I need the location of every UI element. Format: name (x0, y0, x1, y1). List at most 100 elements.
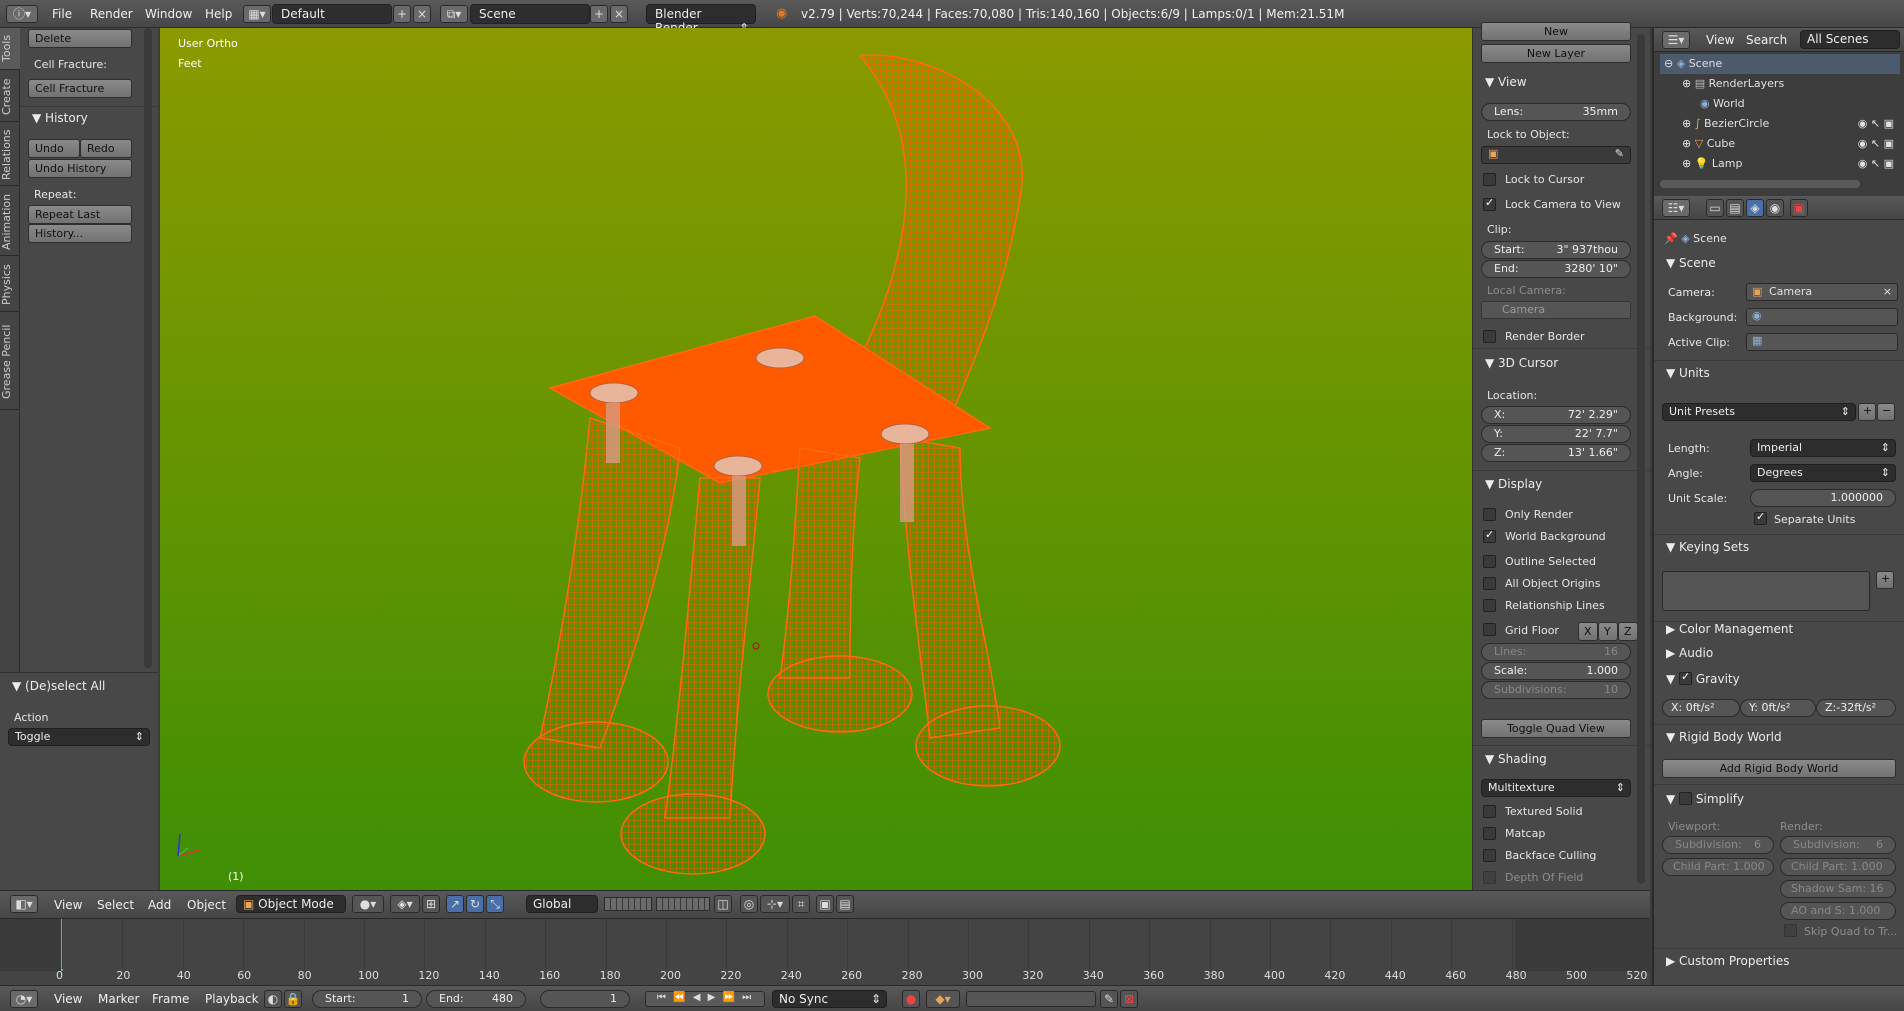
visibility-icons[interactable]: ◉ ↖ ▣ (1858, 134, 1894, 154)
ao-samples-field[interactable]: AO and S: 1.000 (1780, 902, 1896, 920)
keying-sets-header[interactable]: ▼ Keying Sets (1666, 540, 1749, 554)
gravity-header[interactable]: ▼ Gravity (1666, 670, 1740, 686)
grid-lines-field[interactable]: Lines: 16 (1481, 643, 1631, 661)
clip-end-field[interactable]: End: 3280' 10" (1481, 260, 1631, 278)
current-frame-field[interactable]: 1 (540, 990, 630, 1008)
redo-button[interactable]: Redo (80, 139, 132, 158)
audio-header[interactable]: ▶ Audio (1666, 646, 1713, 660)
camera-field[interactable]: ▣ Camera × (1746, 283, 1898, 301)
grid-scale-field[interactable]: Scale: 1.000 (1481, 662, 1631, 680)
keying-sets-list[interactable] (1662, 571, 1870, 611)
undo-button[interactable]: Undo (28, 139, 80, 158)
clear-icon[interactable]: × (1883, 285, 1892, 298)
outline-selected-checkbox[interactable] (1483, 555, 1496, 568)
skip-quad-checkbox[interactable] (1784, 924, 1797, 937)
shading-panel-header[interactable]: ▼ Shading (1485, 752, 1547, 766)
world-background-checkbox[interactable] (1483, 528, 1496, 543)
undo-history-button[interactable]: Undo History (28, 159, 132, 178)
outliner-scope-dropdown[interactable]: All Scenes (1800, 30, 1900, 49)
separate-units-checkbox[interactable] (1754, 510, 1767, 525)
relationship-lines-checkbox[interactable] (1483, 599, 1496, 612)
add-keying-set-button[interactable]: + (1876, 571, 1894, 589)
layer-buttons-b[interactable] (656, 897, 710, 911)
tl-menu-view[interactable]: View (54, 992, 82, 1006)
mode-dropdown[interactable]: ▣ Object Mode (236, 895, 346, 913)
delete-button[interactable]: Delete (28, 29, 132, 48)
keying-set-field[interactable] (966, 991, 1096, 1007)
menu-render[interactable]: Render (90, 7, 133, 21)
editor-type-properties-icon[interactable]: ☷▾ (1662, 199, 1690, 217)
backface-culling-checkbox[interactable] (1483, 849, 1496, 862)
action-dropdown[interactable]: Toggle ⇕ (8, 728, 150, 746)
tl-menu-marker[interactable]: Marker (98, 992, 139, 1006)
shading-mode-dropdown[interactable]: Multitexture ⇕ (1481, 779, 1631, 797)
gravity-y-field[interactable]: Y: 0ft/s² (1740, 699, 1816, 717)
background-field[interactable]: ◉ (1746, 308, 1898, 326)
end-frame-field[interactable]: End: 480 (426, 990, 526, 1008)
snap-icon[interactable]: ⊹▾ (760, 895, 790, 913)
pivot-point-icon[interactable]: ◈▾ (390, 895, 420, 913)
world-tab-icon[interactable]: ◉ (1766, 199, 1784, 217)
grid-subdivisions-field[interactable]: Subdivisions: 10 (1481, 681, 1631, 699)
rotate-icon[interactable]: ↻ (466, 895, 484, 913)
dof-checkbox[interactable] (1483, 871, 1496, 884)
menu-help[interactable]: Help (205, 7, 232, 21)
tab-grease-pencil[interactable]: Grease Pencil (0, 314, 20, 410)
record-icon[interactable]: ● (902, 990, 920, 1008)
add-rigid-body-world-button[interactable]: Add Rigid Body World (1662, 759, 1896, 778)
lock-cursor-checkbox[interactable] (1483, 173, 1496, 186)
cursor-z-field[interactable]: Z: 13' 1.66" (1481, 444, 1631, 462)
add-scene-icon[interactable]: + (590, 5, 608, 23)
screen-layout-icon[interactable]: ▦▾ (243, 5, 271, 23)
view-panel-header[interactable]: ▼ View (1485, 75, 1527, 89)
cursor-x-field[interactable]: X: 72' 2.29" (1481, 406, 1631, 424)
all-origins-checkbox[interactable] (1483, 577, 1496, 590)
render-opengl-icon[interactable]: ▣ (816, 895, 834, 913)
unit-presets-dropdown[interactable]: Unit Presets ⇕ (1662, 403, 1856, 421)
outliner-row-world[interactable]: ◉ World (1660, 94, 1900, 114)
outliner-row-scene[interactable]: ⊖ ◈ Scene (1660, 54, 1900, 74)
repeat-last-button[interactable]: Repeat Last (28, 205, 132, 224)
local-camera-field[interactable]: Camera (1481, 301, 1631, 319)
new-layer-button[interactable]: New Layer (1481, 44, 1631, 63)
scale-icon[interactable]: ⤡ (486, 895, 504, 913)
snap-target-icon[interactable]: ⌗ (792, 895, 810, 913)
only-render-checkbox[interactable] (1483, 508, 1496, 521)
outliner-row-beziercircle[interactable]: ⊕ ∫ BezierCircle ◉ ↖ ▣ (1660, 114, 1900, 134)
remove-preset-button[interactable]: − (1877, 403, 1895, 421)
cursor-y-field[interactable]: Y: 22' 7.7" (1481, 425, 1631, 443)
editor-type-outliner-icon[interactable]: ☰▾ (1662, 31, 1690, 49)
shadow-samples-field[interactable]: Shadow Sam: 16 (1780, 880, 1896, 898)
manipulator-icon[interactable]: ⊞ (422, 895, 440, 913)
history-panel-header[interactable]: ▼ History (32, 111, 88, 125)
toolshelf-scrollbar[interactable] (144, 28, 152, 668)
editor-type-icon[interactable]: ⓘ▾ (6, 5, 38, 23)
new-button[interactable]: New (1481, 22, 1631, 41)
scene-panel-header[interactable]: ▼ Scene (1666, 256, 1716, 270)
object-tab-icon[interactable]: ▣ (1790, 199, 1808, 217)
menu-view[interactable]: View (54, 898, 82, 912)
preview-range-icon[interactable]: ◐ (264, 990, 282, 1008)
tab-physics[interactable]: Physics (0, 258, 20, 312)
scene-tab-icon[interactable]: ◈ (1746, 199, 1764, 217)
lock-camera-checkbox[interactable] (1483, 196, 1496, 211)
cell-fracture-button[interactable]: Cell Fracture (28, 79, 132, 98)
angle-dropdown[interactable]: Degrees ⇕ (1750, 464, 1896, 482)
lock-object-field[interactable]: ▣ ✎ (1481, 146, 1631, 164)
outliner-search-menu[interactable]: Search (1746, 33, 1787, 47)
remove-layout-icon[interactable]: × (413, 5, 431, 23)
length-dropdown[interactable]: Imperial ⇕ (1750, 439, 1896, 457)
subdiv-viewport-field[interactable]: Subdivision: 6 (1662, 836, 1774, 854)
editor-type-timeline-icon[interactable]: ◔▾ (10, 990, 38, 1008)
eyedropper-icon[interactable]: ✎ (1615, 147, 1624, 160)
translate-icon[interactable]: ↗ (446, 895, 464, 913)
toggle-quad-view-button[interactable]: Toggle Quad View (1481, 719, 1631, 738)
add-layout-icon[interactable]: + (393, 5, 411, 23)
chair-wireframe-model[interactable] (160, 28, 1472, 890)
keying-icon[interactable]: ◆▾ (926, 990, 960, 1008)
custom-properties-header[interactable]: ▶ Custom Properties (1666, 954, 1789, 968)
units-panel-header[interactable]: ▼ Units (1666, 366, 1710, 380)
3d-viewport[interactable]: User Ortho Feet (1) (160, 28, 1472, 890)
timeline-area[interactable]: 0 20 40 60 80 100 120 140 160 180 200 220 240 260 280 3… (0, 918, 1650, 985)
render-engine-dropdown[interactable]: Blender Render⇕ (646, 4, 756, 35)
